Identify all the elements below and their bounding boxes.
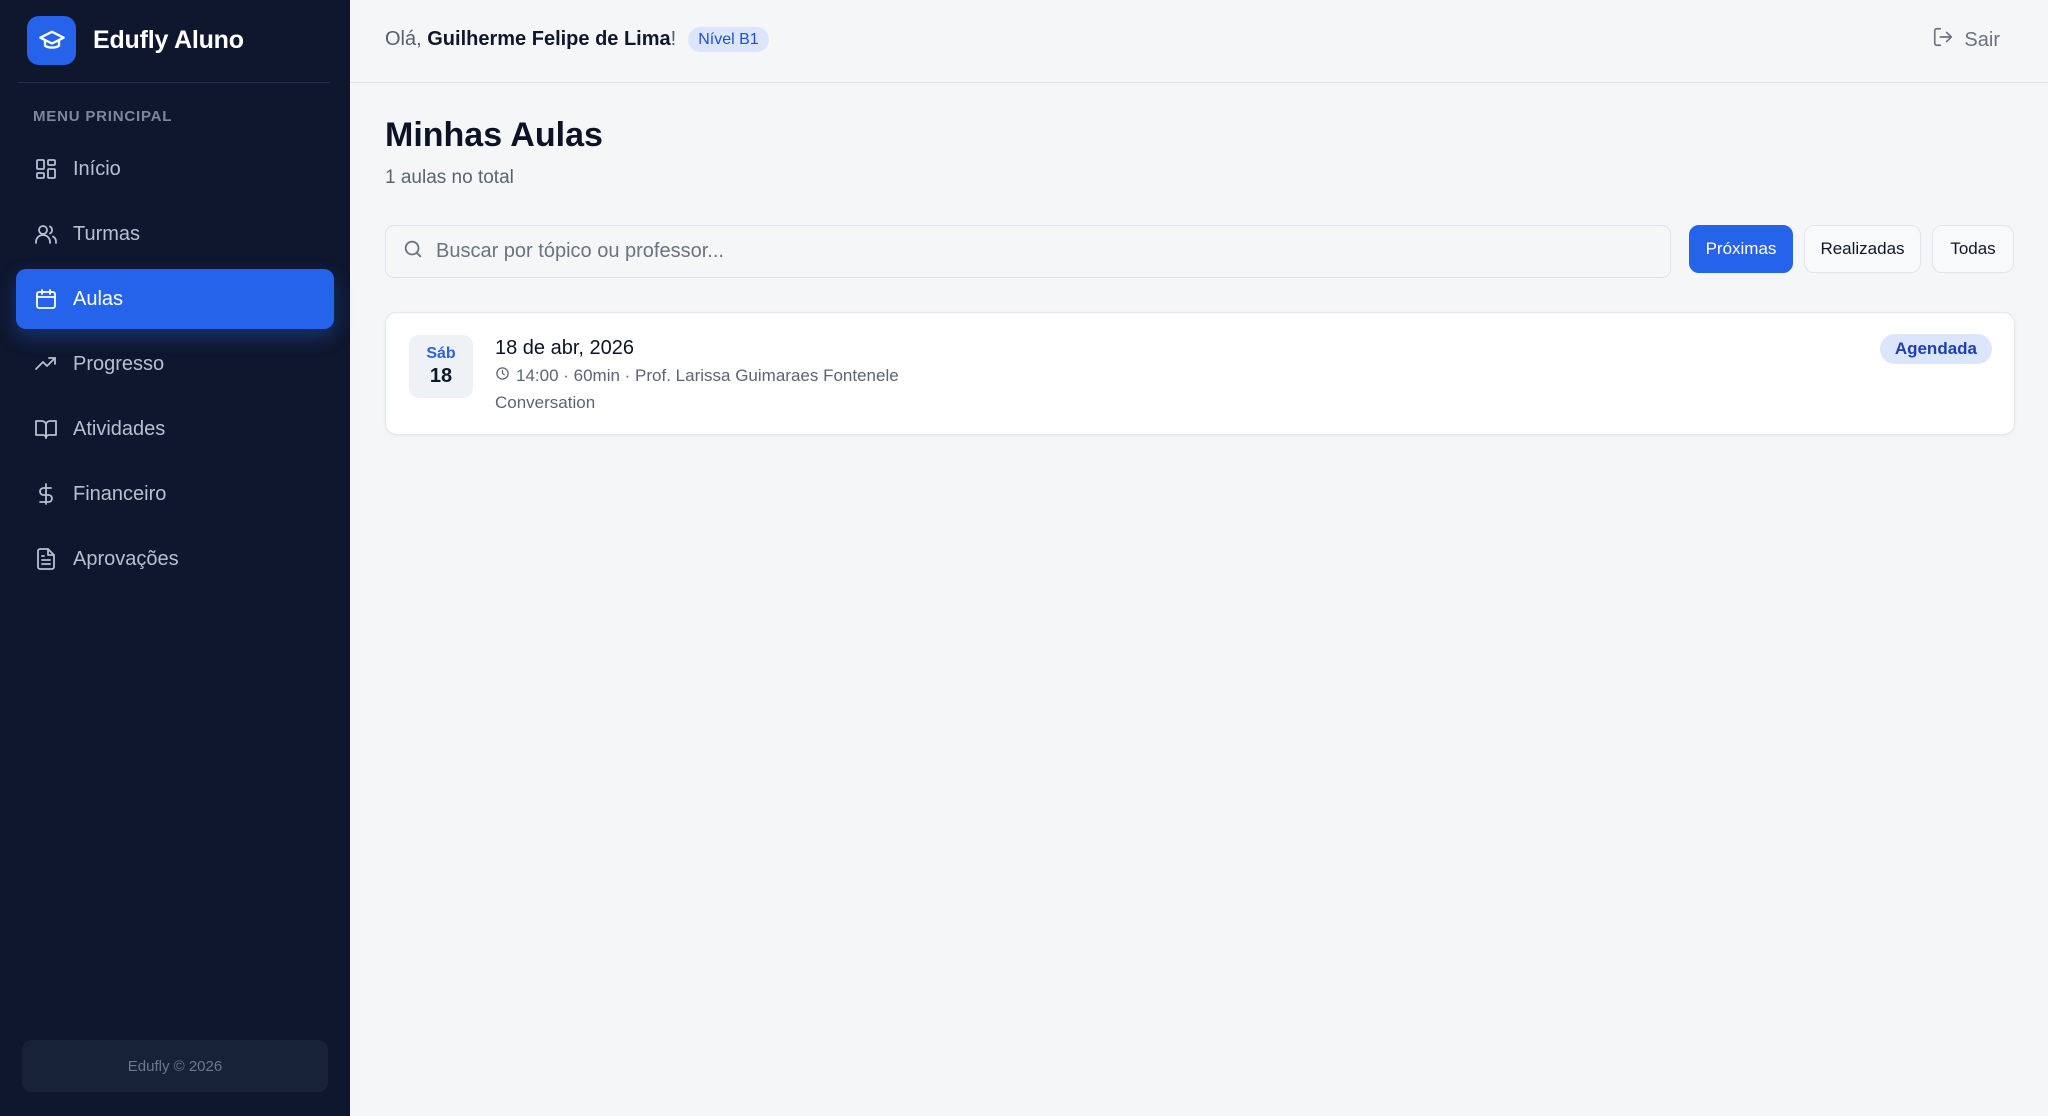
brand[interactable]: Edufly Aluno xyxy=(27,15,244,65)
level-badge: Nível B1 xyxy=(688,27,769,52)
clock-icon xyxy=(495,366,510,386)
user-name: Guilherme Felipe de Lima xyxy=(427,28,671,50)
book-open-icon xyxy=(33,416,59,442)
dollar-icon xyxy=(33,481,59,507)
topbar: Olá, Guilherme Felipe de Lima! Nível B1 … xyxy=(350,0,2048,83)
filter-todas-button[interactable]: Todas xyxy=(1932,225,2014,273)
dashboard-icon xyxy=(33,156,59,182)
page-subtitle: 1 aulas no total xyxy=(385,167,514,188)
sidebar-item-atividades[interactable]: Atividades xyxy=(16,399,334,459)
lesson-meta: 14:00 · 60min · Prof. Larissa Guimaraes … xyxy=(495,366,899,386)
graduation-cap-icon xyxy=(27,15,76,65)
greeting: Olá, Guilherme Felipe de Lima! Nível B1 xyxy=(385,27,769,52)
lesson-date-box: Sáb 18 xyxy=(409,335,473,398)
sidebar-item-label: Progresso xyxy=(73,352,165,375)
sidebar-item-label: Aulas xyxy=(73,287,124,310)
filter-proximas-button[interactable]: Próximas xyxy=(1689,225,1793,273)
file-text-icon xyxy=(33,546,59,572)
greeting-suffix: ! xyxy=(670,28,677,50)
sidebar-item-inicio[interactable]: Início xyxy=(16,139,334,199)
lesson-day-of-week: Sáb xyxy=(426,345,456,362)
menu-section-label: MENU PRINCIPAL xyxy=(33,108,173,125)
users-icon xyxy=(33,221,59,247)
logout-label: Sair xyxy=(1964,28,2000,51)
sidebar-item-label: Turmas xyxy=(73,222,141,245)
search-bar xyxy=(385,225,1671,278)
divider xyxy=(18,82,330,83)
sidebar-footer: Edufly © 2026 xyxy=(22,1040,328,1092)
logout-icon xyxy=(1932,26,1954,54)
status-badge: Agendada xyxy=(1879,334,1992,364)
search-icon xyxy=(402,238,424,265)
sidebar-item-label: Início xyxy=(73,157,121,180)
sidebar-item-label: Atividades xyxy=(73,417,166,440)
search-input[interactable] xyxy=(436,240,1636,263)
filter-group: Próximas Realizadas Todas xyxy=(1689,225,2014,273)
sidebar-item-label: Aprovações xyxy=(73,547,179,570)
logout-button[interactable]: Sair xyxy=(1932,26,2000,54)
lesson-date: 18 de abr, 2026 xyxy=(495,337,635,359)
sidebar-item-aulas[interactable]: Aulas xyxy=(16,269,334,329)
sidebar-item-progresso[interactable]: Progresso xyxy=(16,334,334,394)
sidebar-item-financeiro[interactable]: Financeiro xyxy=(16,464,334,524)
sidebar: Edufly Aluno MENU PRINCIPAL Início Turma… xyxy=(0,0,350,1116)
lesson-day-number: 18 xyxy=(429,365,453,387)
sidebar-item-aprovacoes[interactable]: Aprovações xyxy=(16,529,334,589)
lesson-meta-text: 14:00 · 60min · Prof. Larissa Guimaraes … xyxy=(516,366,899,385)
app-name: Edufly Aluno xyxy=(93,25,244,54)
lesson-topic: Conversation xyxy=(495,393,596,412)
trending-up-icon xyxy=(33,351,59,377)
page-title: Minhas Aulas xyxy=(385,116,603,154)
sidebar-item-label: Financeiro xyxy=(73,482,167,505)
greeting-prefix: Olá, xyxy=(385,28,422,50)
filter-realizadas-button[interactable]: Realizadas xyxy=(1804,225,1921,273)
lesson-card[interactable]: Sáb 18 18 de abr, 2026 14:00 · 60min · P… xyxy=(385,312,2015,435)
main-nav: Início Turmas Aulas Progresso Atividades… xyxy=(16,139,334,594)
calendar-icon xyxy=(33,286,59,312)
sidebar-item-turmas[interactable]: Turmas xyxy=(16,204,334,264)
